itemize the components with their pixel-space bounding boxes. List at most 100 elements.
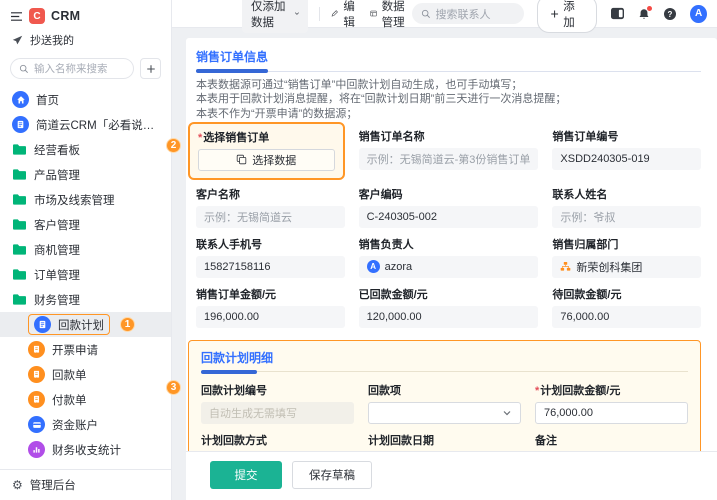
field-label: 客户编码 (359, 186, 539, 202)
field-contact-name: 联系人姓名示例：爷叔 (552, 186, 701, 228)
field-input-disabled: 自动生成无需填写 (201, 402, 354, 424)
field-plan-date: 计划回款日期 (368, 432, 521, 451)
sidebar-item-order[interactable]: 订单管理 (0, 262, 171, 287)
search-icon (421, 9, 431, 19)
chart-icon (28, 441, 45, 458)
field-value-text: XSDD240305-019 (560, 153, 649, 165)
main-area: 仅添加数据 编辑 数据管理 搜索联系人 (172, 0, 717, 500)
sidebar-item-finance-stats[interactable]: 财务收支统计 (0, 437, 171, 462)
sidebar-item-label: 订单管理 (34, 267, 80, 283)
field-label: 备注 (535, 432, 688, 448)
field-label: *选择销售订单 (198, 129, 335, 145)
field-value-text: 15827158116 (204, 261, 270, 273)
sidebar-item-label: 财务管理 (34, 292, 80, 308)
sidebar-item-label: 市场及线索管理 (34, 192, 115, 208)
field-label: 销售订单编号 (552, 128, 701, 144)
form-scroll-area: 销售订单信息 本表数据源可通过“销售订单”中回款计划自动生成，也可手动填写；本表… (186, 38, 717, 451)
sidebar-add-button[interactable] (140, 58, 161, 79)
sidebar-item-label: 产品管理 (34, 167, 80, 183)
field-order-amount: 销售订单金额/元196,000.00 (196, 286, 345, 328)
sidebar-item-guide[interactable]: 简道云CRM「必看说明」 (0, 112, 171, 137)
submit-button[interactable]: 提交 (210, 461, 282, 489)
field-value: 120,000.00 (359, 306, 539, 328)
sidebar-item-admin[interactable]: ⚙ 管理后台 (0, 469, 171, 500)
field-customer-code: 客户编码C-240305-002 (359, 186, 539, 228)
sidebar-item-label: 简道云CRM「必看说明」 (36, 117, 165, 133)
data-manage-button[interactable]: 数据管理 (370, 0, 412, 30)
field-label: 客户名称 (196, 186, 345, 202)
required-star: * (198, 132, 202, 144)
topbar-divider (319, 7, 320, 21)
field-label: 联系人手机号 (196, 236, 345, 252)
sidebar-item-payment-plan[interactable]: 回款计划1 (0, 312, 171, 337)
field-select[interactable] (368, 402, 521, 424)
field-label: 销售订单名称 (359, 128, 539, 144)
sidebar-item-receipt-bill[interactable]: 回款单 (0, 362, 171, 387)
sidebar-item-market-leads[interactable]: 市场及线索管理 (0, 187, 171, 212)
sidebar-item-invoice-apply[interactable]: 开票申请 (0, 337, 171, 362)
field-value: 示例：无锡简道云-第3份销售订单 (359, 148, 539, 170)
content-area: 销售订单信息 本表数据源可通过“销售订单”中回款计划自动生成，也可手动填写；本表… (172, 28, 717, 500)
sidebar-item-opportunity[interactable]: 商机管理 (0, 237, 171, 262)
admin-label: 管理后台 (30, 477, 76, 493)
sidebar-search-input[interactable]: 输入名称来搜索 (10, 58, 134, 79)
sidebar-item-label: 开票申请 (52, 342, 98, 358)
field-label: 计划回款方式 (201, 432, 354, 448)
description-line-1: 本表数据源可通过“销售订单”中回款计划自动生成，也可手动填写； (196, 78, 701, 92)
gear-icon: ⚙ (12, 479, 23, 491)
sidebar-item-label: 客户管理 (34, 217, 80, 233)
panel-toggle-icon[interactable] (610, 7, 625, 20)
field-received-amount: 已回款金额/元 120,000.00 (359, 286, 539, 328)
folder-icon (12, 218, 27, 231)
field-label: 销售负责人 (359, 236, 539, 252)
notifications-bell-icon[interactable] (638, 8, 650, 20)
folder-icon (12, 268, 27, 281)
select-data-label: 选择数据 (252, 152, 296, 168)
sidebar-item-customer[interactable]: 客户管理 (0, 212, 171, 237)
field-plan-method: 计划回款方式 (201, 432, 354, 451)
field-label: 回款计划编号 (201, 382, 354, 398)
form-footer: 提交 保存草稿 (186, 451, 717, 500)
paper-plane-icon (12, 35, 23, 46)
user-avatar[interactable]: A (690, 5, 707, 23)
edit-button[interactable]: 编辑 (331, 0, 359, 30)
field-value: 196,000.00 (196, 306, 345, 328)
section2-box: 回款计划明细 回款计划编号自动生成无需填写回款项*计划回款金额/元76,000.… (188, 340, 701, 451)
field-plan-item: 回款项 (368, 382, 521, 424)
sidebar-item-payment-bill[interactable]: 付款单 (0, 387, 171, 412)
sidebar-item-dashboard[interactable]: 经营看板 (0, 137, 171, 162)
field-value: 示例：爷叔 (552, 206, 701, 228)
sidebar-item-home[interactable]: 首页 (0, 87, 171, 112)
sidebar-item-label: 回款单 (52, 367, 87, 383)
callout-badge-3: 3 (166, 380, 181, 395)
topbar: 仅添加数据 编辑 数据管理 搜索联系人 (172, 0, 717, 28)
sidebar-item-salary[interactable]: 薪酬管理 (0, 462, 171, 469)
field-label: 已回款金额/元 (359, 286, 539, 302)
form-card: 销售订单信息 本表数据源可通过“销售订单”中回款计划自动生成，也可手动填写；本表… (186, 38, 717, 500)
hamburger-menu-icon[interactable] (10, 11, 23, 22)
section2-grid: 回款计划编号自动生成无需填写回款项 *计划回款金额/元 76,000.00 计划回款方… (201, 382, 688, 451)
field-value: 示例：无锡简道云 (196, 206, 345, 228)
sidebar-item-fund-account[interactable]: 资金账户 (0, 412, 171, 437)
sidebar-item-finance[interactable]: 财务管理 (0, 287, 171, 312)
sheets-icon (236, 154, 247, 165)
dept-name: 新荣创科集团 (576, 259, 642, 275)
field-input[interactable]: 76,000.00 (535, 402, 688, 424)
sidebar-item-label: 付款单 (52, 392, 87, 408)
select-data-button[interactable]: 选择数据 (198, 149, 335, 171)
brand-name: CRM (51, 9, 80, 23)
section1-indicator (196, 69, 701, 73)
field-label: *计划回款金额/元 (535, 382, 688, 398)
sidebar-item-label: 首页 (36, 92, 59, 108)
folder-icon (12, 168, 27, 181)
svg-text:?: ? (668, 9, 673, 18)
sidebar-item-product[interactable]: 产品管理 (0, 162, 171, 187)
field-pending-amount: 待回款金额/元76,000.00 (552, 286, 701, 328)
field-label: 销售归属部门 (552, 236, 701, 252)
field-sales-order-no: 销售订单编号 XSDD240305-019 (552, 128, 701, 170)
help-icon[interactable]: ? (663, 7, 677, 21)
sidebar-search-placeholder: 输入名称来搜索 (34, 61, 108, 76)
save-draft-button[interactable]: 保存草稿 (292, 461, 372, 489)
contact-search-input[interactable]: 搜索联系人 (412, 3, 525, 24)
cc-me-item[interactable]: 抄送我的 (0, 26, 171, 52)
